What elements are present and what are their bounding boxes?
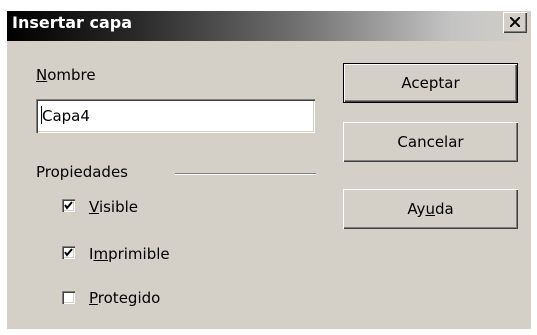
help-button-label: Ayuda	[407, 200, 454, 218]
checkmark-icon	[64, 248, 73, 257]
ok-button[interactable]: Aceptar	[343, 63, 518, 103]
window-title: Insertar capa	[12, 13, 133, 32]
close-icon	[510, 17, 520, 27]
name-input-value: Capa4	[42, 107, 90, 125]
name-label: Nombre	[36, 66, 96, 84]
printable-label[interactable]: Imprimible	[89, 245, 170, 263]
protected-label[interactable]: Protegido	[89, 289, 160, 307]
cancel-button[interactable]: Cancelar	[343, 122, 518, 162]
printable-checkbox[interactable]	[62, 246, 75, 259]
ok-button-label: Aceptar	[401, 74, 460, 92]
close-button[interactable]	[503, 12, 527, 33]
name-input[interactable]: Capa4	[36, 99, 315, 133]
visible-checkbox[interactable]	[62, 199, 75, 212]
help-button[interactable]: Ayuda	[343, 189, 518, 229]
properties-group-line	[175, 173, 316, 175]
insert-layer-dialog: Insertar capa Nombre Capa4 Propiedades V…	[0, 0, 537, 335]
checkmark-icon	[64, 201, 73, 210]
protected-checkbox[interactable]	[62, 291, 75, 304]
visible-label[interactable]: Visible	[89, 198, 138, 216]
cancel-button-label: Cancelar	[397, 133, 464, 151]
properties-group-label: Propiedades	[36, 163, 128, 181]
